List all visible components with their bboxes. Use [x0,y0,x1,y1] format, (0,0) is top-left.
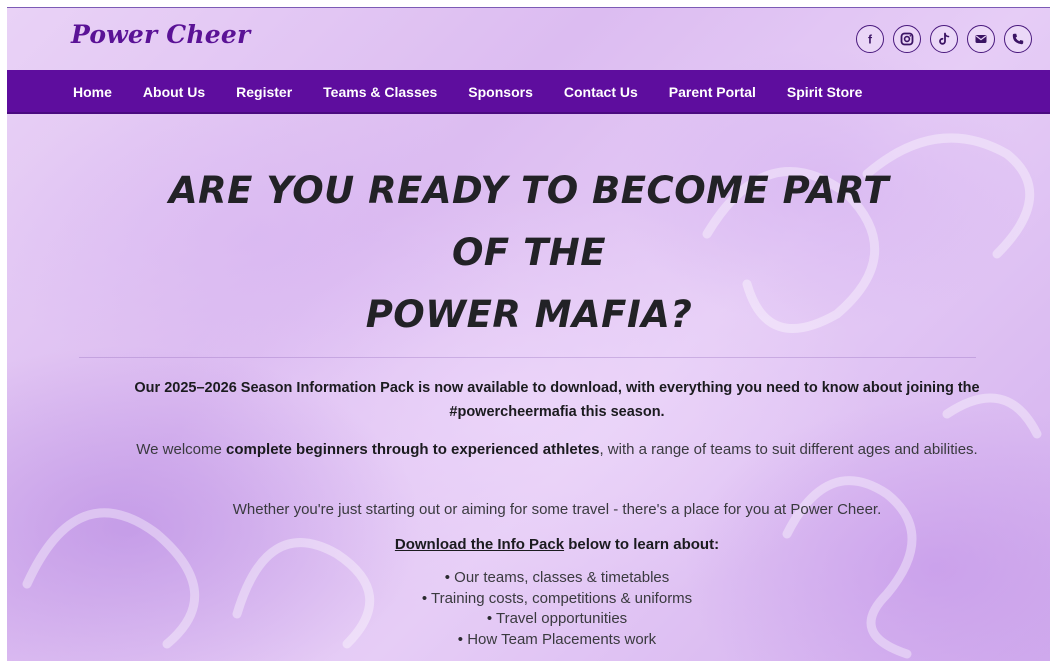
hero-line-3: POWER MAFIA? [365,293,693,336]
instagram-icon [900,32,914,46]
hero-line-2: OF THE [451,231,607,274]
tiktok-button[interactable] [930,25,958,53]
info-pack-topics: Our teams, classes & timetables Training… [87,568,1027,650]
facebook-button[interactable]: f [856,25,884,53]
site-logo[interactable]: Power Cheer [71,20,250,49]
season-pack-intro: Our 2025–2026 Season Information Pack is… [134,380,980,420]
svg-text:f: f [868,33,873,47]
welcome-text: We welcome complete beginners through to… [87,438,1027,462]
nav-sponsors[interactable]: Sponsors [468,84,533,100]
email-icon [975,35,987,43]
page: Power Cheer f Home About Us Register Tea [7,8,1050,661]
site-header: Power Cheer f [7,8,1050,70]
list-item: Travel opportunities [87,609,1027,630]
facebook-icon: f [868,33,873,47]
hero-line-1: ARE YOU READY TO BECOME PART [168,169,890,212]
welcome-text-start: We welcome [136,441,227,458]
email-button[interactable] [967,25,995,53]
list-item: Training costs, competitions & uniforms [87,589,1027,610]
social-links: f [856,25,1032,53]
section-divider [79,357,976,358]
phone-button[interactable] [1004,25,1032,53]
nav-menu: Home About Us Register Teams & Classes S… [73,70,862,114]
list-item: Our teams, classes & timetables [87,568,1027,589]
nav-teams-classes[interactable]: Teams & Classes [323,84,437,100]
place-for-you-text: Whether you're just starting out or aimi… [232,501,882,518]
nav-contact-us[interactable]: Contact Us [564,84,638,100]
nav-spirit-store[interactable]: Spirit Store [787,84,862,100]
nav-parent-portal[interactable]: Parent Portal [669,84,756,100]
download-prompt: Download the Info Pack below to learn ab… [87,533,1027,557]
nav-about-us[interactable]: About Us [143,84,205,100]
nav-register[interactable]: Register [236,84,292,100]
phone-icon [1012,33,1024,45]
welcome-text-end: , with a range of teams to suit differen… [599,441,978,458]
hero-headline: ARE YOU READY TO BECOME PART OF THE POWE… [7,160,1050,346]
nav-home[interactable]: Home [73,84,112,100]
instagram-button[interactable] [893,25,921,53]
download-prompt-rest: below to learn about: [564,536,720,553]
download-info-pack-link[interactable]: Download the Info Pack [395,536,564,553]
list-item: How Team Placements work [87,630,1027,651]
welcome-text-bold: complete beginners through to experience… [226,441,600,458]
tiktok-icon [939,32,950,45]
main-navigation: Home About Us Register Teams & Classes S… [7,70,1050,114]
